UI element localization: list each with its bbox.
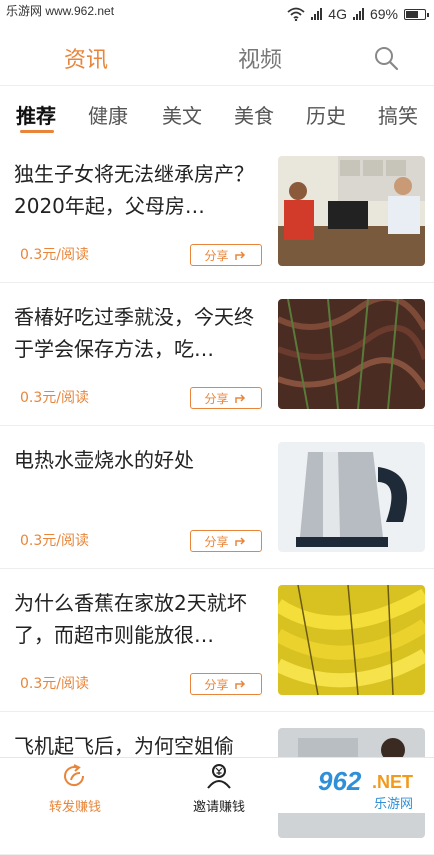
share-arrow-icon (234, 250, 245, 260)
share-label: 分享 (204, 248, 229, 263)
status-indicators: 4G 69% (287, 6, 429, 22)
invite-earn-icon (207, 764, 231, 789)
tab-video[interactable]: 视频 (238, 42, 282, 74)
share-label: 分享 (204, 391, 229, 406)
electric-kettle-photo[interactable] (278, 442, 425, 552)
share-arrow-icon (234, 679, 245, 689)
chinese-toon-photo[interactable] (278, 299, 425, 409)
active-category-underline (20, 130, 54, 133)
share-arrow-icon (234, 536, 245, 546)
nav-invite-earn-label: 邀请赚钱 (192, 800, 245, 815)
reward-label: 0.3元/阅读 (20, 533, 89, 549)
reward-label: 0.3元/阅读 (20, 247, 89, 263)
category-health[interactable]: 健康 (88, 100, 128, 129)
share-label: 分享 (204, 534, 229, 549)
wifi-icon (287, 7, 305, 21)
article-title[interactable]: 电热水壶烧水的好处 (14, 444, 264, 476)
share-button[interactable]: 分享 (190, 387, 262, 409)
network-type: 4G (328, 6, 347, 22)
svg-text:962: 962 (318, 766, 362, 796)
nav-invite-earn[interactable]: 邀请赚钱 (164, 762, 274, 815)
battery-icon (404, 8, 429, 20)
list-item[interactable]: 电热水壶烧水的好处 0.3元/阅读 分享 (0, 426, 434, 569)
category-bar: 推荐 健康 美文 美食 历史 搞笑 (0, 86, 434, 138)
site-watermark-logo: 962 .NET 乐游网 (314, 760, 434, 813)
status-bar: 乐游网 www.962.net 4G 69% (0, 0, 434, 30)
share-arrow-icon (234, 393, 245, 403)
signal-icon-2 (352, 8, 364, 20)
site-watermark: 乐游网 www.962.net (0, 0, 121, 22)
article-title[interactable]: 香椿好吃过季就没，今天终于学会保存方法，吃… (14, 301, 264, 365)
search-icon[interactable] (372, 44, 400, 72)
list-item[interactable]: 为什么香蕉在家放2天就坏了，而超市则能放很… 0.3元/阅读 分享 (0, 569, 434, 712)
category-recommend[interactable]: 推荐 (16, 100, 56, 129)
battery-fill (406, 10, 418, 18)
list-item[interactable]: 香椿好吃过季就没，今天终于学会保存方法，吃… 0.3元/阅读 分享 (0, 283, 434, 426)
share-button[interactable]: 分享 (190, 530, 262, 552)
battery-percent: 69% (369, 6, 398, 22)
category-funny[interactable]: 搞笑 (378, 100, 418, 129)
share-button[interactable]: 分享 (190, 673, 262, 695)
reward-label: 0.3元/阅读 (20, 676, 89, 692)
category-food[interactable]: 美食 (234, 100, 274, 129)
category-history[interactable]: 历史 (306, 100, 346, 129)
share-earn-icon (64, 764, 85, 787)
list-item[interactable]: 独生子女将无法继承房产？2020年起，父母房… 0.3元/阅读 分享 (0, 140, 434, 283)
tab-news[interactable]: 资讯 (64, 42, 108, 74)
top-tab-bar: 资讯 视频 (0, 30, 434, 86)
article-title[interactable]: 为什么香蕉在家放2天就坏了，而超市则能放很… (14, 587, 264, 651)
share-button[interactable]: 分享 (190, 244, 262, 266)
bananas-photo[interactable] (278, 585, 425, 695)
category-essay[interactable]: 美文 (162, 100, 202, 129)
news-feed[interactable]: 独生子女将无法继承房产？2020年起，父母房… 0.3元/阅读 分享 香椿好吃过… (0, 140, 434, 855)
share-label: 分享 (204, 677, 229, 692)
svg-text:乐游网: 乐游网 (374, 797, 413, 812)
reward-label: 0.3元/阅读 (20, 390, 89, 406)
nav-share-earn-label: 转发赚钱 (48, 800, 101, 815)
office-desk-photo[interactable] (278, 156, 425, 266)
article-title[interactable]: 独生子女将无法继承房产？2020年起，父母房… (14, 158, 264, 222)
signal-icon (311, 8, 323, 20)
nav-share-earn[interactable]: 转发赚钱 (20, 762, 130, 815)
svg-text:.NET: .NET (372, 772, 413, 792)
